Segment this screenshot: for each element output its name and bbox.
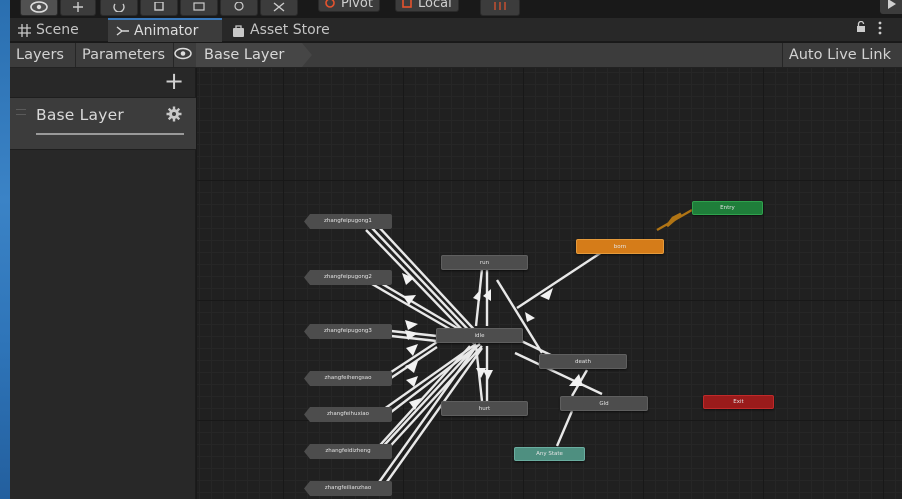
editor-tabs-bar: Scene Animator Asset Store — [10, 18, 902, 42]
local-icon — [402, 0, 412, 8]
state-node-born[interactable]: born — [576, 239, 664, 254]
animator-graph-canvas[interactable]: zhangfeipugong1 zhangfeipugong2 zhangfei… — [197, 68, 902, 499]
layer-item-base-layer[interactable]: Base Layer — [10, 97, 196, 150]
desktop-background-strip — [0, 0, 10, 499]
exit-node[interactable]: Exit — [703, 395, 774, 409]
local-label: Local — [418, 0, 452, 11]
layer-name: Base Layer — [36, 106, 124, 124]
pivot-label: Pivot — [341, 0, 373, 11]
state-node-zhangfeilianzhao[interactable]: zhangfeilianzhao — [304, 481, 392, 496]
layer-weight-bar[interactable] — [36, 133, 184, 135]
custom-tool-button[interactable] — [260, 0, 298, 16]
animator-icon — [116, 26, 129, 36]
tab-label: Animator — [134, 23, 199, 39]
pivot-icon — [325, 0, 335, 8]
drag-handle-icon[interactable] — [16, 109, 26, 115]
state-node-zhangfeidizheng[interactable]: zhangfeidizheng — [304, 444, 392, 459]
snap-increment-button[interactable] — [480, 0, 520, 16]
entry-arrow-icon — [665, 212, 682, 228]
state-node-zhangfeipugong2[interactable]: zhangfeipugong2 — [304, 270, 392, 285]
rotate-tool-button[interactable] — [100, 0, 138, 16]
state-node-zhangfeipugong3[interactable]: zhangfeipugong3 — [304, 324, 392, 339]
tab-label: Asset Store — [250, 22, 330, 38]
add-layer-button[interactable]: + — [164, 68, 184, 94]
rect-transform-icon — [193, 2, 205, 11]
view-tool-button[interactable] — [20, 0, 58, 16]
rotate-icon — [113, 3, 125, 12]
entry-node[interactable]: Entry — [692, 201, 763, 215]
parameters-tab-button[interactable]: Parameters — [76, 43, 174, 67]
move-arrows-icon — [73, 2, 83, 12]
eye-icon[interactable] — [174, 47, 192, 60]
layers-panel: + Base Layer — [10, 68, 196, 499]
tab-asset-store[interactable]: Asset Store — [224, 18, 344, 42]
state-node-run[interactable]: run — [441, 255, 528, 270]
store-bag-icon — [233, 25, 244, 37]
rect-tool-button[interactable] — [180, 0, 218, 16]
tab-scene[interactable]: Scene — [10, 18, 108, 42]
tab-label: Scene — [36, 22, 79, 38]
auto-live-link-button[interactable]: Auto Live Link — [781, 43, 902, 67]
more-options-icon[interactable] — [878, 21, 882, 39]
play-button[interactable] — [880, 0, 902, 14]
grid-icon — [18, 24, 31, 37]
state-node-zhangfeihuxiao[interactable]: zhangfeihuxiao — [304, 407, 392, 422]
wrench-icon — [273, 2, 285, 12]
local-toggle[interactable]: Local — [395, 0, 459, 12]
lock-icon[interactable] — [856, 20, 866, 37]
scale-tool-button[interactable] — [140, 0, 178, 16]
move-tool-button[interactable] — [60, 0, 96, 16]
state-node-zhangfeipugong1[interactable]: zhangfeipugong1 — [304, 214, 392, 229]
gear-icon[interactable] — [166, 106, 182, 122]
state-node-gld[interactable]: Gld — [560, 396, 648, 411]
state-node-hurt[interactable]: hurt — [441, 401, 528, 416]
state-node-zhangfeihengsao[interactable]: zhangfeihengsao — [304, 371, 392, 386]
main-toolbar: Pivot Local — [10, 0, 902, 18]
animator-header-bar: Layers Parameters Base Layer Auto Live L… — [10, 43, 902, 68]
state-node-death[interactable]: death — [539, 354, 627, 369]
transition-wires — [365, 208, 693, 487]
eye-icon — [30, 1, 48, 13]
breadcrumb-base-layer[interactable]: Base Layer — [196, 43, 313, 67]
transform-tool-button[interactable] — [220, 0, 258, 16]
scale-icon — [154, 2, 164, 11]
pivot-toggle[interactable]: Pivot — [318, 0, 380, 12]
transform-icon — [234, 2, 244, 11]
any-state-node[interactable]: Any State — [514, 447, 585, 461]
tab-animator[interactable]: Animator — [108, 18, 222, 42]
layers-tab-button[interactable]: Layers — [10, 43, 76, 67]
snap-grid-icon — [494, 2, 506, 10]
state-node-idle[interactable]: idle — [436, 328, 523, 343]
